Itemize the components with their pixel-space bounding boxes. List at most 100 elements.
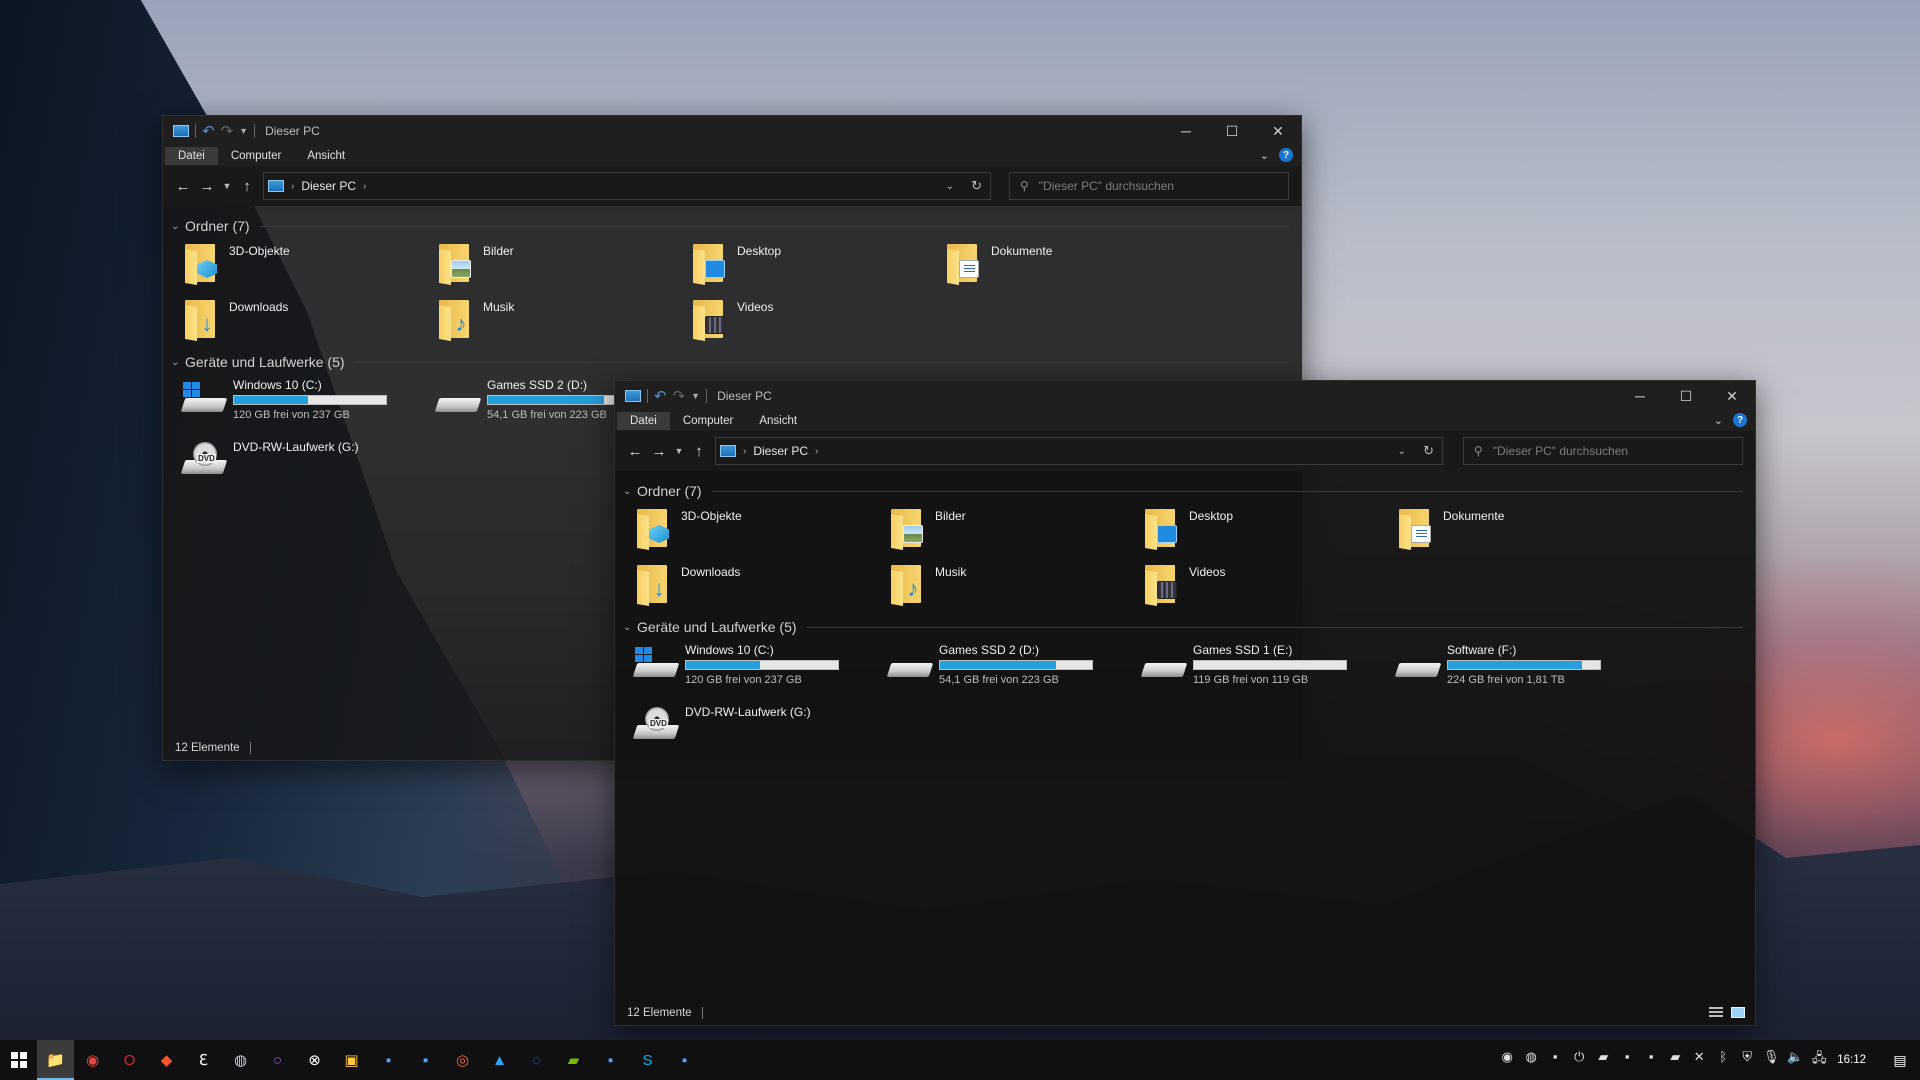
drive-item[interactable]: Games SSD 2 (D:) 54,1 GB frei von 223 GB: [886, 639, 1143, 701]
folders-group-header[interactable]: ⌄ Ordner (7): [621, 479, 1749, 503]
large-icons-view-icon[interactable]: [1731, 1007, 1745, 1018]
tab-datei[interactable]: Datei: [165, 147, 218, 165]
chrome-taskbar-button[interactable]: ◉: [74, 1040, 111, 1080]
app-taskbar-button[interactable]: ▪: [370, 1040, 407, 1080]
search-input[interactable]: ⚲ "Dieser PC" durchsuchen: [1009, 172, 1289, 200]
folder-item[interactable]: ♪ Musik: [889, 559, 1143, 615]
tab-computer[interactable]: Computer: [670, 412, 747, 430]
uplay-taskbar-button[interactable]: ◌: [518, 1040, 555, 1080]
drive-item[interactable]: DVD DVD-RW-Laufwerk (G:): [180, 436, 437, 498]
redo-icon[interactable]: ↷: [221, 122, 234, 140]
app-tray-icon[interactable]: ▪: [1543, 1049, 1567, 1071]
drive-item[interactable]: Games SSD 1 (E:) 119 GB frei von 119 GB: [1140, 639, 1397, 701]
app-tray-icon[interactable]: ▪: [1639, 1049, 1663, 1071]
nvidia-taskbar-button[interactable]: ▰: [555, 1040, 592, 1080]
breadcrumb-this-pc[interactable]: Dieser PC: [301, 179, 356, 193]
start-button[interactable]: [0, 1040, 37, 1080]
clock[interactable]: 16:12: [1837, 1054, 1866, 1066]
microphone-tray-icon[interactable]: 🎙: [1759, 1049, 1783, 1071]
tab-datei[interactable]: Datei: [617, 412, 670, 430]
steam-taskbar-button[interactable]: ◍: [222, 1040, 259, 1080]
back-arrow-icon[interactable]: ←: [171, 178, 195, 195]
breadcrumb-chevron-icon[interactable]: ›: [743, 446, 746, 457]
up-arrow-icon[interactable]: ↑: [235, 178, 259, 195]
expand-ribbon-icon[interactable]: ⌄: [1714, 414, 1723, 427]
app-tray-icon[interactable]: ▪: [1615, 1049, 1639, 1071]
close-button[interactable]: ✕: [1709, 381, 1755, 411]
notification-center-icon[interactable]: ▤: [1880, 1052, 1920, 1069]
folder-item[interactable]: Dokumente: [945, 238, 1199, 294]
folder-item[interactable]: Bilder: [437, 238, 691, 294]
epic-games-taskbar-button[interactable]: ℇ: [185, 1040, 222, 1080]
folder-item[interactable]: 3D-Objekte: [183, 238, 437, 294]
notes-taskbar-button[interactable]: ▣: [333, 1040, 370, 1080]
folder-item[interactable]: ↓ Downloads: [183, 294, 437, 350]
folder-item[interactable]: ♪ Musik: [437, 294, 691, 350]
undo-icon[interactable]: ↶: [202, 122, 215, 140]
close-button[interactable]: ✕: [1255, 116, 1301, 146]
collapse-chevron-icon[interactable]: ⌄: [171, 357, 185, 368]
up-arrow-icon[interactable]: ↑: [687, 443, 711, 460]
recent-locations-icon[interactable]: ▼: [671, 446, 687, 456]
expand-ribbon-icon[interactable]: ⌄: [1260, 149, 1269, 162]
shield-tray-icon[interactable]: ⛨: [1735, 1049, 1759, 1071]
app-taskbar-button[interactable]: ▪: [592, 1040, 629, 1080]
steam-tray-icon[interactable]: ◍: [1519, 1049, 1543, 1071]
drive-item[interactable]: DVD DVD-RW-Laufwerk (G:): [632, 701, 889, 763]
drive-item[interactable]: Windows 10 (C:) 120 GB frei von 237 GB: [180, 374, 437, 436]
breadcrumb-chevron-icon[interactable]: ›: [363, 181, 366, 192]
title-bar[interactable]: ↶ ↷ ▼ Dieser PC ─ ☐ ✕: [163, 116, 1301, 146]
folder-item[interactable]: Bilder: [889, 503, 1143, 559]
breadcrumb-chevron-icon[interactable]: ›: [815, 446, 818, 457]
maximize-button[interactable]: ☐: [1209, 116, 1255, 146]
search-input[interactable]: ⚲ "Dieser PC" durchsuchen: [1463, 437, 1743, 465]
undo-icon[interactable]: ↶: [654, 387, 667, 405]
brave-taskbar-button[interactable]: ◆: [148, 1040, 185, 1080]
folder-item[interactable]: Desktop: [1143, 503, 1397, 559]
tab-ansicht[interactable]: Ansicht: [294, 147, 358, 165]
collapse-chevron-icon[interactable]: ⌄: [623, 486, 637, 497]
folders-group-header[interactable]: ⌄ Ordner (7): [169, 214, 1295, 238]
collapse-chevron-icon[interactable]: ⌄: [623, 622, 637, 633]
folder-item[interactable]: ↓ Downloads: [635, 559, 889, 615]
xbox-taskbar-button[interactable]: ⊗: [296, 1040, 333, 1080]
volume-tray-icon[interactable]: 🔈: [1783, 1049, 1807, 1071]
drive-item[interactable]: Software (F:) 224 GB frei von 1,81 TB: [1394, 639, 1651, 701]
nvidia-tray-icon[interactable]: ▰: [1663, 1049, 1687, 1071]
folder-item[interactable]: 3D-Objekte: [635, 503, 889, 559]
refresh-icon[interactable]: ↻: [971, 178, 982, 194]
tab-computer[interactable]: Computer: [218, 147, 295, 165]
customize-toolbar-icon[interactable]: ▼: [239, 126, 248, 136]
maximize-button[interactable]: ☐: [1663, 381, 1709, 411]
drive-item[interactable]: Windows 10 (C:) 120 GB frei von 237 GB: [632, 639, 889, 701]
nvidia-tray-icon[interactable]: ▰: [1591, 1049, 1615, 1071]
folder-item[interactable]: Videos: [691, 294, 945, 350]
refresh-icon[interactable]: ↻: [1423, 443, 1434, 459]
minimize-button[interactable]: ─: [1617, 381, 1663, 411]
bluetooth-tray-icon[interactable]: ᛒ: [1711, 1049, 1735, 1071]
app-taskbar-button[interactable]: ▪: [666, 1040, 703, 1080]
drives-group-header[interactable]: ⌄ Geräte und Laufwerke (5): [169, 350, 1295, 374]
minimize-button[interactable]: ─: [1163, 116, 1209, 146]
tab-ansicht[interactable]: Ansicht: [746, 412, 810, 430]
folder-item[interactable]: Desktop: [691, 238, 945, 294]
address-dropdown-icon[interactable]: ⌄: [1398, 446, 1406, 457]
collapse-chevron-icon[interactable]: ⌄: [171, 221, 185, 232]
breadcrumb-chevron-icon[interactable]: ›: [291, 181, 294, 192]
photos-taskbar-button[interactable]: ▲: [481, 1040, 518, 1080]
recent-locations-icon[interactable]: ▼: [219, 181, 235, 191]
close-tray-icon[interactable]: ✕: [1687, 1049, 1711, 1071]
help-icon[interactable]: ?: [1733, 413, 1747, 427]
breadcrumb-this-pc[interactable]: Dieser PC: [753, 444, 808, 458]
address-dropdown-icon[interactable]: ⌄: [946, 181, 954, 192]
file-explorer-taskbar-button[interactable]: 📁: [37, 1040, 74, 1080]
cortana-taskbar-button[interactable]: ○: [259, 1040, 296, 1080]
opera-taskbar-button[interactable]: O: [111, 1040, 148, 1080]
help-icon[interactable]: ?: [1279, 148, 1293, 162]
app-taskbar-button[interactable]: ▪: [407, 1040, 444, 1080]
drives-group-header[interactable]: ⌄ Geräte und Laufwerke (5): [621, 615, 1749, 639]
network-tray-icon[interactable]: 🖧: [1807, 1049, 1831, 1071]
address-bar[interactable]: › Dieser PC › ⌄ ↻: [263, 172, 991, 200]
power-tray-icon[interactable]: ⏻: [1567, 1049, 1591, 1071]
redo-icon[interactable]: ↷: [673, 387, 686, 405]
